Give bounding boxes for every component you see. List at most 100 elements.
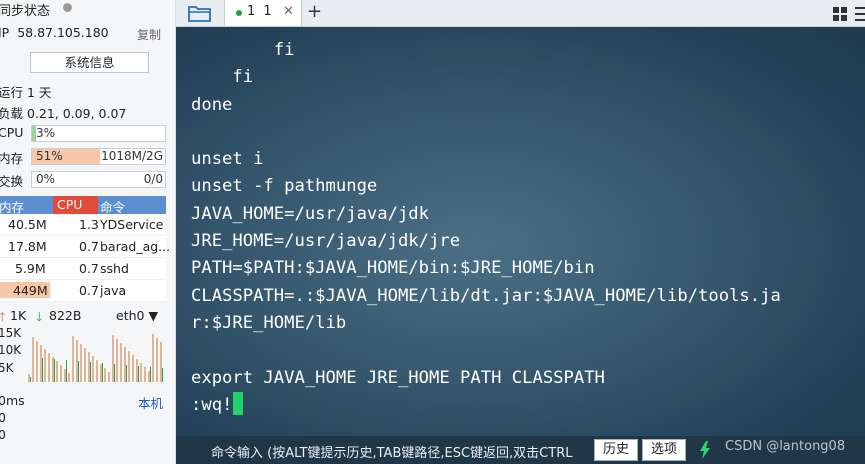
watermark-text: CSDN @lantong08 [725, 439, 846, 454]
network-upload-bar [28, 374, 30, 382]
network-download-bar [114, 364, 115, 382]
process-mem: 40.5M [8, 217, 47, 232]
network-upload-bar [128, 351, 130, 382]
network-download-bar [66, 360, 67, 382]
folder-icon[interactable] [188, 4, 212, 26]
process-table-header: 内存 CPU 命令 [0, 196, 166, 215]
ip-address: 58.87.105.180 [17, 25, 109, 40]
terminal-line: done [191, 94, 233, 115]
terminal-line: r:$JRE_HOME/lib [191, 312, 347, 333]
network-upload-bar [60, 365, 62, 382]
network-upload-bar [96, 360, 98, 382]
cpu-usage-percent: 3% [36, 126, 56, 140]
column-header-cpu[interactable]: CPU [53, 196, 98, 214]
process-command: sshd [100, 261, 129, 276]
process-cpu: 0.7 [79, 239, 99, 254]
network-upload-bar [56, 361, 58, 382]
options-button[interactable]: 选项 [642, 439, 687, 461]
process-row[interactable]: 449M 0.7 java [0, 280, 166, 302]
server-status-panel: 同步状态 IP 58.87.105.180 复制 系统信息 运行 1 天 负载 … [0, 0, 176, 464]
network-download-bar [54, 359, 55, 382]
latency-label: 0ms [0, 393, 25, 408]
sync-status-label: 同步状态 [0, 4, 51, 19]
process-mem: 449M [13, 283, 48, 298]
network-upload-bar [68, 373, 70, 382]
terminal-line: unset i [191, 149, 264, 170]
process-row[interactable]: 40.5M 1.3 YDService [0, 214, 166, 236]
network-upload-bar [84, 348, 86, 382]
network-upload-bar [100, 364, 102, 382]
memory-usage-percent: 51% [36, 149, 63, 163]
network-upload-bar [48, 353, 50, 382]
network-y-tick: 10K [0, 343, 22, 357]
system-info-button[interactable]: 系统信息 [30, 52, 149, 73]
process-command: YDService [100, 217, 164, 232]
close-icon[interactable]: ✕ [283, 4, 294, 19]
tab-terminal[interactable]: 1 1 ✕ [224, 0, 302, 26]
latency-y-tick: 0 [0, 427, 6, 442]
terminal-area: 1 1 ✕ + fi fi done unset i unset -f path… [176, 0, 865, 464]
network-upload-bar [76, 340, 78, 382]
network-upload-bar [136, 359, 138, 382]
chevron-down-icon: ▼ [148, 308, 159, 323]
network-upload-bar [40, 345, 42, 382]
terminal-line: JRE_HOME=/usr/java/jdk/jre [191, 231, 461, 252]
latency-host-link[interactable]: 本机 [138, 393, 163, 412]
network-upload-bar [160, 342, 162, 382]
terminal-line: PATH=$PATH:$JAVA_HOME/bin:$JRE_HOME/bin [191, 258, 595, 279]
add-tab-icon[interactable]: + [307, 1, 322, 22]
network-upload-bar [152, 334, 154, 382]
terminal-cursor [233, 391, 244, 415]
memory-usage-detail: 1018M/2G [101, 149, 163, 163]
network-upload-bar [124, 347, 126, 382]
network-upload-bar [148, 371, 150, 382]
terminal-line: :wq! [191, 394, 233, 415]
upload-rate: 1K [10, 308, 27, 323]
ip-row: IP 58.87.105.180 [0, 25, 109, 40]
process-table: 内存 CPU 命令 40.5M 1.3 YDService 17.8M 0.7 … [0, 196, 170, 302]
sync-status-indicator [63, 3, 72, 12]
process-cpu: 0.7 [79, 261, 99, 276]
cpu-label: CPU [0, 125, 24, 140]
network-download-bar [78, 361, 79, 382]
copy-ip-button[interactable]: 复制 [137, 26, 161, 43]
tab-label: 1 1 [247, 4, 274, 19]
command-input-hint[interactable]: 命令输入 (按ALT键提示历史,TAB键路径,ESC键返回,双击CTRL [211, 442, 572, 461]
menu-icon[interactable] [855, 6, 865, 25]
network-upload-bar [120, 343, 122, 382]
lightning-icon[interactable] [699, 441, 711, 463]
network-upload-bar [132, 355, 134, 382]
network-interface-select[interactable]: eth0 ▼ [116, 308, 158, 323]
latency-y-tick: 0 [0, 410, 6, 425]
network-download-bar [126, 365, 127, 382]
tab-bar: 1 1 ✕ + [176, 0, 865, 27]
network-download-bar [150, 367, 151, 382]
network-y-tick: 15K [0, 326, 22, 340]
terminal-line: fi [191, 67, 254, 88]
network-interface-value: eth0 [116, 308, 145, 323]
network-y-tick: 5K [0, 361, 14, 375]
network-upload-bar [64, 369, 66, 382]
grid-layout-icon[interactable] [833, 6, 847, 25]
process-command: barad_ag... [100, 239, 171, 254]
memory-label: 内存 [0, 151, 24, 166]
network-upload-bar [104, 368, 106, 382]
network-upload-bar [108, 372, 110, 382]
uptime-text: 运行 1 天 [0, 85, 52, 100]
process-row[interactable]: 17.8M 0.7 barad_ag... [0, 236, 170, 258]
network-download-bar [102, 363, 103, 382]
network-upload-bar [92, 356, 94, 382]
process-row[interactable]: 5.9M 0.7 sshd [0, 258, 166, 280]
network-upload-bar [88, 352, 90, 382]
terminal-line: CLASSPATH=.:$JAVA_HOME/lib/dt.jar:$JAVA_… [191, 285, 781, 306]
terminal-output[interactable]: fi fi done unset i unset -f pathmunge JA… [191, 37, 781, 419]
history-button[interactable]: 历史 [594, 439, 639, 461]
network-upload-bar [36, 341, 38, 382]
download-rate: 822B [49, 308, 82, 323]
network-download-bar [30, 377, 31, 382]
terminal-line: fi [191, 40, 295, 60]
swap-usage-detail: 0/0 [143, 172, 163, 186]
process-cpu: 0.7 [79, 283, 99, 298]
swap-label: 交换 [0, 174, 24, 189]
network-upload-bar [32, 337, 34, 382]
